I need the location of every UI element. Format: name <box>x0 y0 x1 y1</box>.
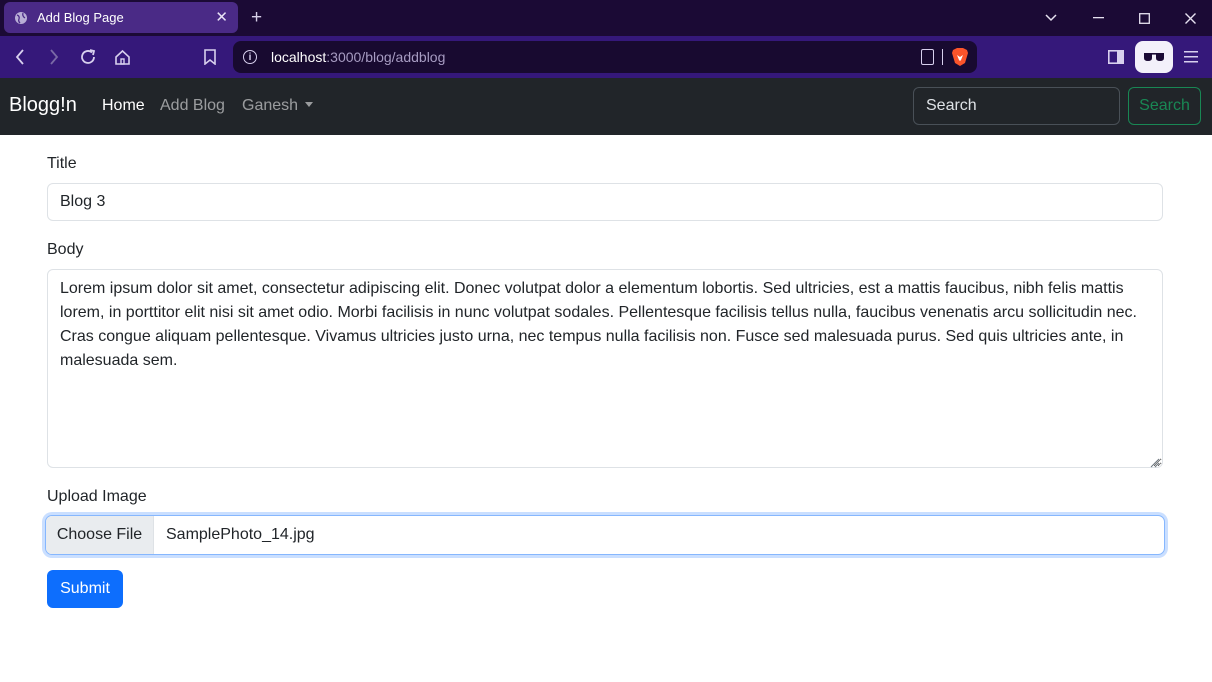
submit-button[interactable]: Submit <box>47 570 123 608</box>
url-path: :3000/blog/addblog <box>326 49 446 65</box>
user-name: Ganesh <box>242 97 299 114</box>
site-navbar: Blogg!n Home Add Blog Ganesh Search <box>0 78 1212 135</box>
url-host: localhost <box>271 49 327 65</box>
browser-tab-strip: Add Blog Page ✕ + <box>0 0 1212 36</box>
brave-shields-icon[interactable] <box>951 47 969 67</box>
body-label: Body <box>47 241 84 258</box>
search-button[interactable]: Search <box>1128 87 1201 125</box>
address-bar[interactable]: i localhost:3000/blog/addblog <box>233 41 977 73</box>
caret-down-icon <box>305 102 314 107</box>
close-window-icon[interactable] <box>1181 9 1199 27</box>
new-tab-icon[interactable]: + <box>251 8 262 27</box>
bookmark-icon[interactable] <box>200 47 220 67</box>
site-info-icon[interactable]: i <box>243 50 257 64</box>
nav-user-dropdown[interactable]: Ganesh <box>242 97 314 115</box>
tab-title: Add Blog Page <box>37 10 124 25</box>
reader-mode-icon[interactable] <box>921 49 934 65</box>
file-input[interactable]: Choose File SamplePhoto_14.jpg <box>45 515 1165 555</box>
title-label: Title <box>47 155 77 172</box>
forward-icon[interactable] <box>44 47 64 67</box>
extension-glasses-icon[interactable] <box>1135 41 1173 73</box>
brand-logo[interactable]: Blogg!n <box>9 94 77 117</box>
sidebar-icon[interactable] <box>1106 47 1126 67</box>
search-input[interactable] <box>913 87 1120 125</box>
nav-home-link[interactable]: Home <box>102 97 145 115</box>
maximize-icon[interactable] <box>1135 9 1153 27</box>
divider <box>942 49 943 65</box>
nav-add-blog-link[interactable]: Add Blog <box>160 97 225 115</box>
selected-file-name: SamplePhoto_14.jpg <box>166 526 315 543</box>
reload-icon[interactable] <box>78 47 98 67</box>
browser-tab[interactable]: Add Blog Page ✕ <box>4 2 238 33</box>
tab-list-chevron-icon[interactable] <box>1042 9 1060 27</box>
choose-file-button[interactable]: Choose File <box>46 516 154 554</box>
close-tab-icon[interactable]: ✕ <box>215 10 228 25</box>
globe-icon <box>14 11 28 25</box>
menu-icon[interactable] <box>1181 47 1201 67</box>
body-textarea[interactable]: Lorem ipsum dolor sit amet, consectetur … <box>47 269 1163 468</box>
resize-grip-icon[interactable] <box>1150 455 1160 468</box>
browser-toolbar: i localhost:3000/blog/addblog <box>0 36 1212 78</box>
minimize-icon[interactable] <box>1089 9 1107 27</box>
title-input[interactable] <box>47 183 1163 221</box>
home-icon[interactable] <box>112 47 132 67</box>
upload-image-label: Upload Image <box>47 488 147 505</box>
back-icon[interactable] <box>10 47 30 67</box>
